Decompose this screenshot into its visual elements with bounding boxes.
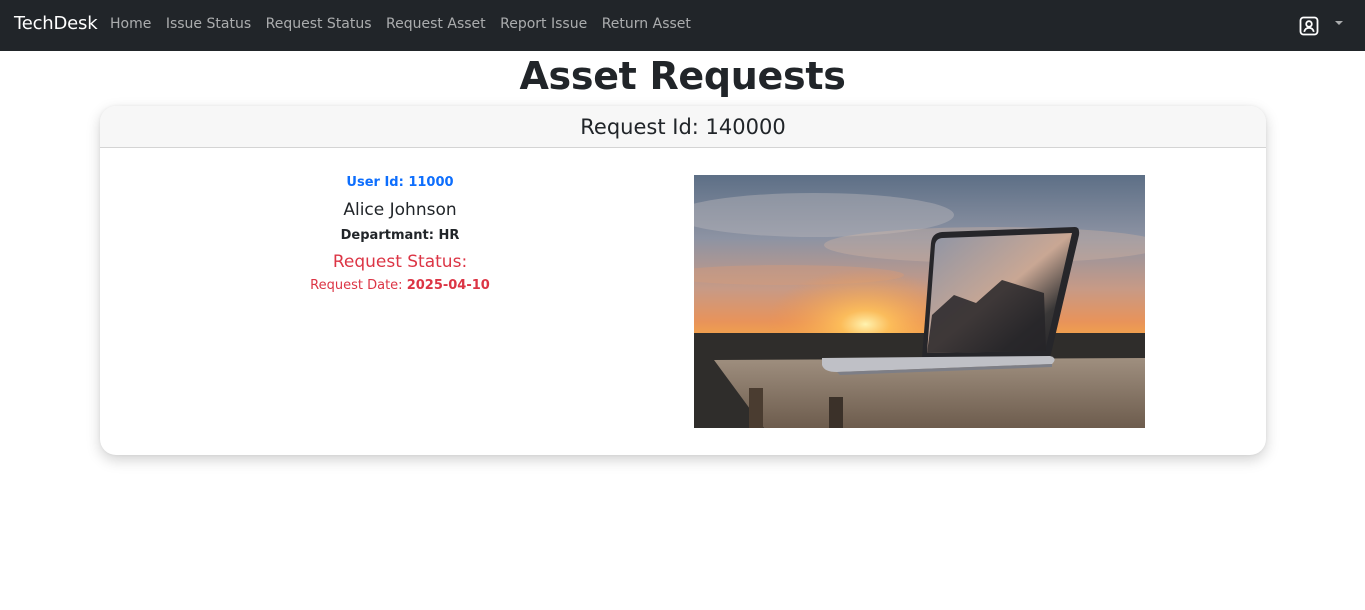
user-name: Alice Johnson xyxy=(343,200,457,220)
nav-link-home[interactable]: Home xyxy=(110,16,151,32)
request-date-label: Request Date: xyxy=(310,278,403,293)
nav-link-issue-status[interactable]: Issue Status xyxy=(166,16,251,32)
person-badge-icon[interactable] xyxy=(1298,15,1320,37)
caret-down-icon[interactable] xyxy=(1335,21,1343,25)
request-id-header: Request Id: 140000 xyxy=(100,106,1266,148)
nav-links: Home Issue Status Request Status Request… xyxy=(110,16,705,32)
page-title: Asset Requests xyxy=(519,54,846,98)
nav-link-return-asset[interactable]: Return Asset xyxy=(602,16,691,32)
nav-link-request-asset[interactable]: Request Asset xyxy=(386,16,486,32)
request-status: Request Status: xyxy=(332,252,468,272)
user-id: User Id: 11000 xyxy=(346,175,454,190)
requester-details: User Id: 11000 Alice Johnson Departmant:… xyxy=(100,174,700,294)
asset-image xyxy=(694,175,1145,428)
user-menu-toggle[interactable] xyxy=(1298,13,1346,39)
request-date-value: 2025-04-10 xyxy=(406,278,490,293)
request-date: Request Date: 2025-04-10 xyxy=(100,277,700,294)
department: Departmant: HR xyxy=(340,228,460,243)
nav-link-report-issue[interactable]: Report Issue xyxy=(500,16,587,32)
request-card: Request Id: 140000 User Id: 11000 Alice … xyxy=(100,106,1266,455)
top-navbar: TechDesk Home Issue Status Request Statu… xyxy=(0,0,1365,51)
nav-link-request-status[interactable]: Request Status xyxy=(266,16,372,32)
brand-logo[interactable]: TechDesk xyxy=(14,13,98,34)
